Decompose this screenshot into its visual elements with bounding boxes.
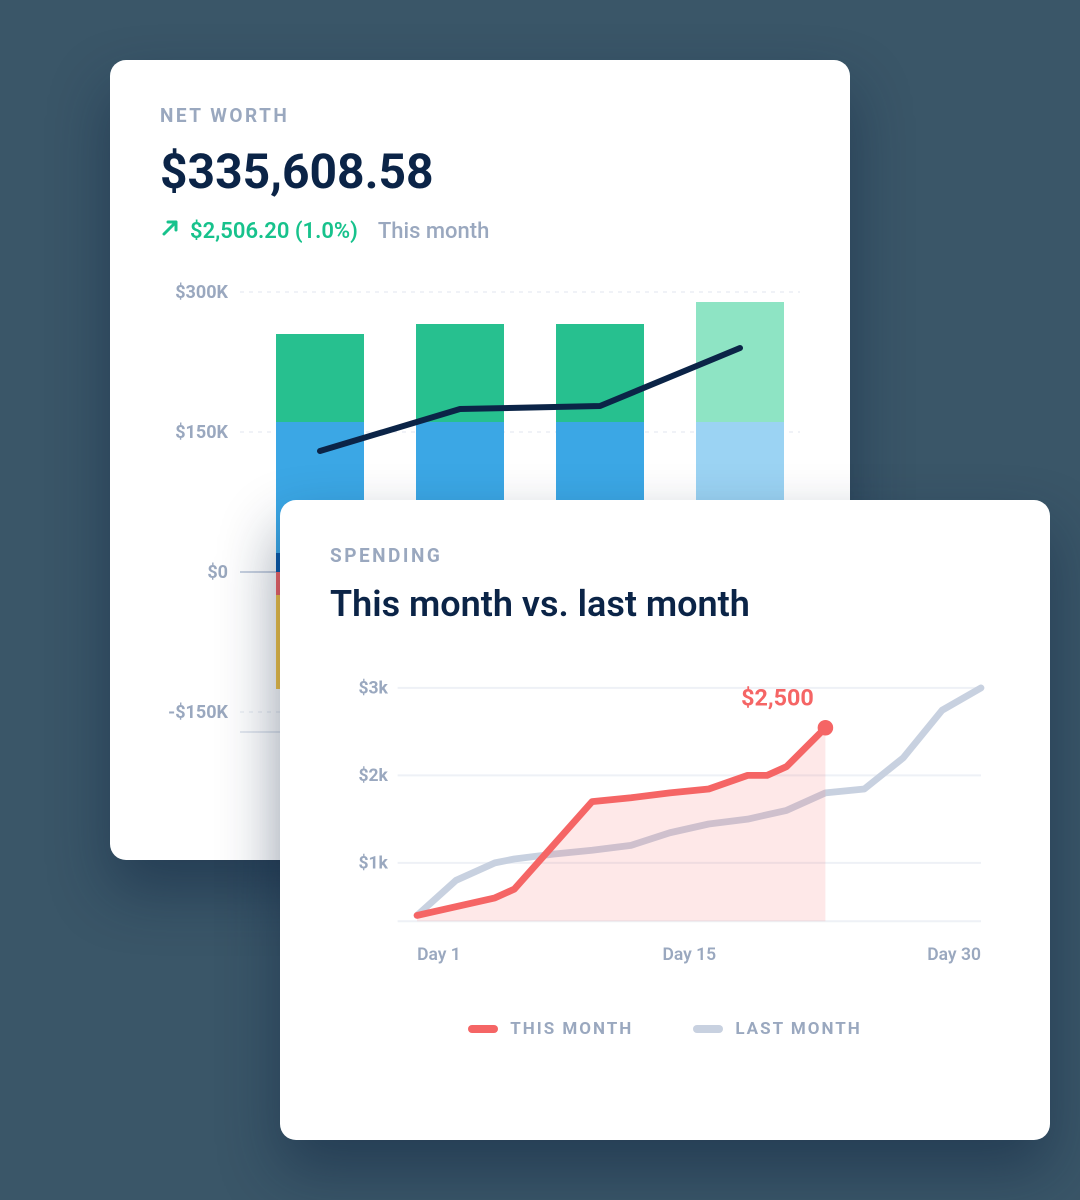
legend-swatch-icon	[468, 1025, 498, 1033]
y-tick-label: $300K	[175, 282, 228, 303]
spending-eyebrow: SPENDING	[330, 544, 1000, 567]
y-tick-label: $2k	[358, 765, 388, 786]
x-tick-label: Day 30	[927, 945, 981, 965]
spending-chart: $3k $2k $1k $2,500 Day 1 Day 15 Day 30	[330, 649, 1000, 999]
y-tick-label: -$150K	[168, 702, 228, 723]
spending-card: SPENDING This month vs. last month $3k $…	[280, 500, 1050, 1140]
y-tick-label: $0	[207, 562, 228, 583]
legend-swatch-icon	[693, 1025, 723, 1033]
legend-label: THIS MONTH	[510, 1019, 633, 1039]
net-worth-amount: $335,608.58	[160, 143, 800, 200]
legend-this-month: THIS MONTH	[468, 1019, 633, 1039]
spending-legend: THIS MONTH LAST MONTH	[330, 1019, 1000, 1039]
this-month-fill	[417, 728, 825, 921]
legend-last-month: LAST MONTH	[693, 1019, 861, 1039]
x-tick-label: Day 1	[417, 945, 461, 965]
legend-label: LAST MONTH	[735, 1019, 861, 1039]
net-worth-delta: $2,506.20 (1.0%)	[190, 219, 358, 244]
y-tick-label: $150K	[175, 422, 228, 443]
x-tick-label: Day 15	[662, 945, 716, 965]
net-line	[320, 348, 740, 451]
spending-title: This month vs. last month	[330, 583, 1000, 625]
net-worth-eyebrow: NET WORTH	[160, 104, 800, 127]
this-month-endpoint	[818, 720, 834, 736]
net-worth-delta-row: $2,506.20 (1.0%) This month	[160, 218, 800, 244]
y-tick-label: $3k	[358, 678, 388, 699]
spending-annotation: $2,500	[741, 683, 814, 711]
arrow-up-right-icon	[160, 218, 180, 244]
y-tick-label: $1k	[358, 853, 388, 874]
net-worth-period: This month	[378, 219, 489, 244]
bar-segment	[276, 334, 364, 422]
